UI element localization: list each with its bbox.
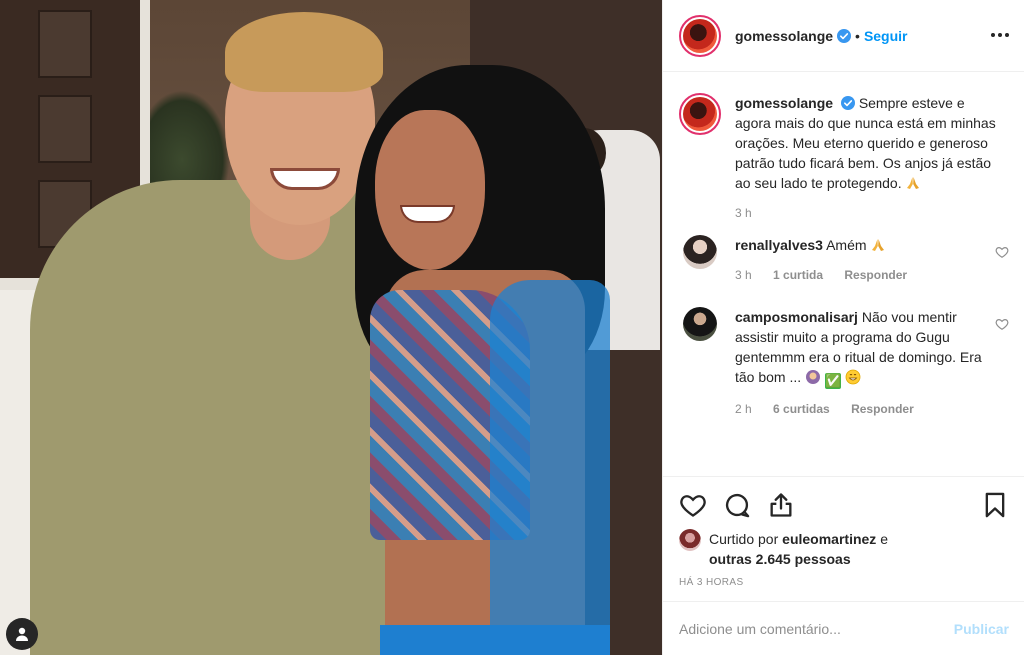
comment-likes[interactable]: 1 curtida xyxy=(773,268,823,282)
post-sidebar: gomessolange • Seguir gomessolange Sempr… xyxy=(662,0,1024,655)
comment-item: camposmonalisarj Não vou mentir assistir… xyxy=(679,307,1009,417)
bookmark-icon[interactable] xyxy=(981,491,1009,519)
comment-username[interactable]: renallyalves3 xyxy=(735,237,823,253)
post-photo[interactable] xyxy=(0,0,662,655)
like-comment-icon[interactable] xyxy=(995,245,1009,259)
caption-author-avatar[interactable] xyxy=(679,93,721,135)
praying-hands-icon xyxy=(907,177,920,189)
photo-man-smile xyxy=(270,168,340,190)
grinning-face-icon xyxy=(845,369,861,385)
caption-time[interactable]: 3 h xyxy=(735,206,752,220)
comment-likes[interactable]: 6 curtidas xyxy=(773,402,830,416)
check-mark-icon: ✅ xyxy=(824,373,842,389)
comment-time[interactable]: 3 h xyxy=(735,268,752,282)
action-icons xyxy=(679,477,1009,533)
commenter-avatar[interactable] xyxy=(683,235,717,269)
like-comment-icon[interactable] xyxy=(995,317,1009,331)
author-username[interactable]: gomessolange xyxy=(735,28,833,44)
more-horizontal-icon xyxy=(991,33,1009,37)
window-pane xyxy=(38,95,92,163)
comment-time[interactable]: 2 h xyxy=(735,402,752,416)
publish-button[interactable]: Publicar xyxy=(954,621,1009,637)
more-options-button[interactable] xyxy=(987,22,1013,48)
comment-item: renallyalves3 Amém 3 h 1 curtida Respond… xyxy=(679,235,1009,283)
caption-username[interactable]: gomessolange xyxy=(735,95,833,111)
photo-man-hair xyxy=(225,12,383,92)
verified-badge-icon xyxy=(840,96,855,110)
likes-prefix: Curtido por xyxy=(709,531,779,547)
comment-text: Amém xyxy=(826,237,867,253)
commenter-avatar[interactable] xyxy=(683,307,717,341)
comment-bubble-icon[interactable] xyxy=(723,491,751,519)
comment-username[interactable]: camposmonalisarj xyxy=(735,309,858,325)
photo-woman-face xyxy=(375,110,485,270)
liker-username[interactable]: euleomartinez xyxy=(782,531,876,547)
likes-conjunction: e xyxy=(880,531,888,547)
comments-list[interactable]: gomessolange Sempre esteve e agora mais … xyxy=(663,73,1024,475)
add-comment-form: Publicar xyxy=(663,601,1024,655)
likes-summary: Curtido por euleomartinez e outras 2.645… xyxy=(679,529,1009,569)
like-heart-icon[interactable] xyxy=(679,491,707,519)
reply-button[interactable]: Responder xyxy=(844,268,907,282)
header-separator: • xyxy=(855,27,860,44)
post-header: gomessolange • Seguir xyxy=(663,0,1024,72)
share-icon[interactable] xyxy=(767,491,795,519)
post-timestamp[interactable]: HÁ 3 HORAS xyxy=(679,577,1009,588)
tagged-user-button[interactable] xyxy=(6,618,38,650)
post-actions: Curtido por euleomartinez e outras 2.645… xyxy=(663,476,1024,588)
instagram-post: gomessolange • Seguir gomessolange Sempr… xyxy=(0,0,1024,655)
reply-button[interactable]: Responder xyxy=(851,402,914,416)
verified-badge-icon xyxy=(837,28,852,43)
follow-button[interactable]: Seguir xyxy=(864,28,908,44)
liker-avatar[interactable] xyxy=(679,529,701,551)
photo-woman-skirt xyxy=(380,625,610,655)
person-raising-hand-icon xyxy=(806,370,821,384)
comment-input[interactable] xyxy=(679,620,954,637)
author-avatar[interactable] xyxy=(679,14,721,57)
photo-woman-scarf xyxy=(490,280,610,655)
window-pane xyxy=(38,10,92,78)
likes-others-link[interactable]: outras 2.645 pessoas xyxy=(709,551,851,567)
user-icon xyxy=(16,627,28,641)
praying-hands-icon xyxy=(872,239,885,251)
caption: gomessolange Sempre esteve e agora mais … xyxy=(679,93,1009,221)
